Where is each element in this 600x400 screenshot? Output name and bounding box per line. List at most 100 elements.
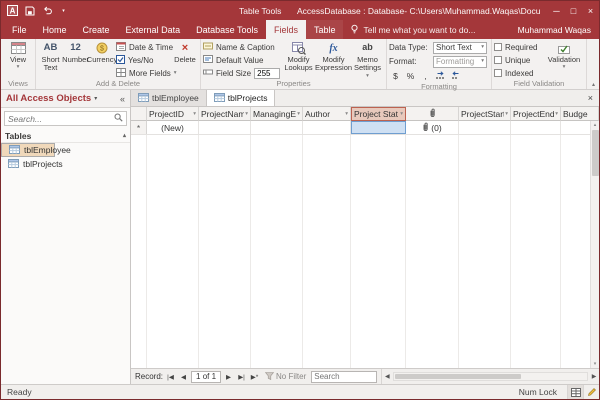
- name-caption-button[interactable]: Name & Caption: [203, 41, 281, 53]
- default-value-button[interactable]: Default Value: [203, 54, 281, 66]
- dropdown-icon[interactable]: ▾: [297, 111, 300, 117]
- pane-dropdown-icon[interactable]: ▾: [94, 95, 97, 102]
- dropdown-icon[interactable]: ▾: [505, 111, 508, 117]
- dropdown-icon[interactable]: ▾: [555, 111, 558, 117]
- cell-projectid-new[interactable]: (New): [147, 121, 199, 134]
- scroll-left-icon[interactable]: ◀: [382, 373, 392, 380]
- select-all-corner[interactable]: [131, 107, 147, 121]
- close-button[interactable]: ×: [582, 1, 599, 20]
- cell-author[interactable]: [303, 121, 351, 134]
- datasheet-view-button[interactable]: [567, 385, 583, 399]
- scroll-up-icon[interactable]: ▴: [594, 121, 597, 129]
- modify-lookups-button[interactable]: Modify Lookups: [281, 40, 316, 73]
- cell-projectstatus-selected[interactable]: [351, 121, 406, 134]
- date-time-button[interactable]: Date & Time: [116, 41, 173, 53]
- vertical-scroll-thumb[interactable]: [591, 130, 599, 176]
- column-header-attachment[interactable]: [406, 107, 459, 121]
- qat-customize-icon[interactable]: ▾: [57, 4, 70, 17]
- record-selector[interactable]: *: [131, 121, 147, 134]
- undo-icon[interactable]: [40, 4, 53, 17]
- collapse-ribbon-button[interactable]: ▴: [592, 81, 595, 88]
- more-fields-button[interactable]: More Fields ▾: [116, 67, 177, 79]
- cell-attachment[interactable]: (0): [406, 121, 459, 134]
- navigation-pane-header[interactable]: All Access Objects ▾ «: [1, 90, 130, 108]
- apply-comma-format-button[interactable]: ,: [419, 70, 432, 82]
- dropdown-icon[interactable]: ▾: [245, 111, 248, 117]
- data-type-select[interactable]: Short Text ▾: [433, 41, 487, 54]
- user-name[interactable]: Muhammad Waqas: [518, 20, 591, 39]
- tab-create[interactable]: Create: [75, 20, 118, 39]
- increase-decimals-button[interactable]: [434, 70, 447, 82]
- new-record-button[interactable]: ▶*: [249, 373, 260, 381]
- short-text-button[interactable]: AB Short Text: [38, 40, 63, 73]
- horizontal-scroll-track[interactable]: [393, 372, 588, 381]
- tab-table[interactable]: Table: [305, 20, 344, 39]
- tab-database-tools[interactable]: Database Tools: [188, 20, 266, 39]
- navigation-search-input[interactable]: [8, 113, 114, 124]
- decrease-decimals-button[interactable]: [449, 70, 462, 82]
- scroll-right-icon[interactable]: ▶: [589, 373, 599, 380]
- cell-projectstart[interactable]: [459, 121, 511, 134]
- field-size-input[interactable]: [254, 67, 281, 79]
- horizontal-scroll-thumb[interactable]: [395, 374, 521, 379]
- sidebar-item-tblemployee[interactable]: tblEmployee: [1, 143, 71, 157]
- shutter-bar-icon[interactable]: «: [120, 94, 125, 104]
- currency-button[interactable]: $ Currency: [87, 40, 117, 64]
- unique-checkbox[interactable]: Unique: [494, 54, 544, 66]
- column-header-projectend[interactable]: ProjectEnd ▾: [511, 107, 561, 121]
- column-header-managingeditor[interactable]: ManagingEd ▾: [251, 107, 303, 121]
- minimize-button[interactable]: ─: [548, 1, 565, 20]
- view-button[interactable]: View ▾: [3, 40, 33, 70]
- vertical-scrollbar[interactable]: ▴ ▾: [590, 121, 599, 368]
- apply-percent-format-button[interactable]: %: [404, 70, 417, 82]
- tell-me-box[interactable]: Tell me what you want to do...: [343, 20, 482, 39]
- next-record-button[interactable]: ▶: [223, 373, 234, 381]
- tab-home[interactable]: Home: [35, 20, 75, 39]
- maximize-button[interactable]: □: [565, 1, 582, 20]
- scroll-down-icon[interactable]: ▾: [594, 360, 597, 368]
- horizontal-scrollbar[interactable]: ◀ ▶: [381, 369, 599, 384]
- dropdown-icon[interactable]: ▾: [345, 111, 348, 117]
- table-icon: [9, 144, 20, 156]
- first-record-button[interactable]: |◀: [165, 373, 176, 381]
- filter-indicator[interactable]: No Filter: [262, 371, 309, 382]
- save-icon[interactable]: [23, 4, 36, 17]
- doc-tab-tblprojects[interactable]: tblProjects: [206, 90, 276, 106]
- memo-settings-button[interactable]: ab Memo Settings ▾: [351, 40, 384, 79]
- previous-record-button[interactable]: ◀: [178, 373, 189, 381]
- dropdown-icon[interactable]: ▾: [193, 111, 196, 117]
- yes-no-button[interactable]: Yes/No: [116, 54, 172, 66]
- required-checkbox[interactable]: Required: [494, 41, 544, 53]
- record-position-box[interactable]: 1 of 1: [191, 370, 222, 383]
- column-header-projectname[interactable]: ProjectNam ▾: [199, 107, 251, 121]
- doc-tab-tblemployee[interactable]: tblEmployee: [131, 90, 207, 106]
- delete-button[interactable]: × Delete: [172, 40, 198, 64]
- tab-file[interactable]: File: [4, 20, 35, 39]
- access-app-icon[interactable]: A: [6, 4, 19, 17]
- column-header-projectstatus-selected[interactable]: Project Stat ▾: [351, 107, 406, 121]
- validation-button[interactable]: Validation ▾: [544, 40, 584, 70]
- last-record-button[interactable]: ▶|: [236, 373, 247, 381]
- column-header-projectstart[interactable]: ProjectStart ▾: [459, 107, 511, 121]
- tab-fields[interactable]: Fields: [265, 20, 306, 39]
- format-select[interactable]: Formatting ▾: [433, 55, 487, 68]
- number-button[interactable]: 12 Number: [62, 40, 89, 64]
- cell-projectname[interactable]: [199, 121, 251, 134]
- sidebar-item-tblprojects[interactable]: tblProjects: [1, 157, 130, 171]
- cell-managingeditor[interactable]: [251, 121, 303, 134]
- cell-projectend[interactable]: [511, 121, 561, 134]
- design-view-button[interactable]: [583, 385, 599, 399]
- navigation-search-box[interactable]: [4, 111, 127, 126]
- tables-section-header[interactable]: Tables ▴: [1, 129, 130, 143]
- modify-expression-button[interactable]: fx Modify Expression: [315, 40, 352, 73]
- record-search-box[interactable]: [311, 370, 378, 383]
- apply-currency-format-button[interactable]: $: [389, 70, 402, 82]
- column-header-budget[interactable]: Budge: [561, 107, 599, 121]
- record-search-input[interactable]: [314, 372, 375, 381]
- column-header-projectid[interactable]: ProjectID ▾: [147, 107, 199, 121]
- tab-external-data[interactable]: External Data: [118, 20, 189, 39]
- column-header-author[interactable]: Author ▾: [303, 107, 351, 121]
- indexed-checkbox[interactable]: Indexed: [494, 67, 544, 79]
- dropdown-icon[interactable]: ▾: [400, 111, 403, 117]
- close-tab-icon[interactable]: ×: [582, 90, 599, 106]
